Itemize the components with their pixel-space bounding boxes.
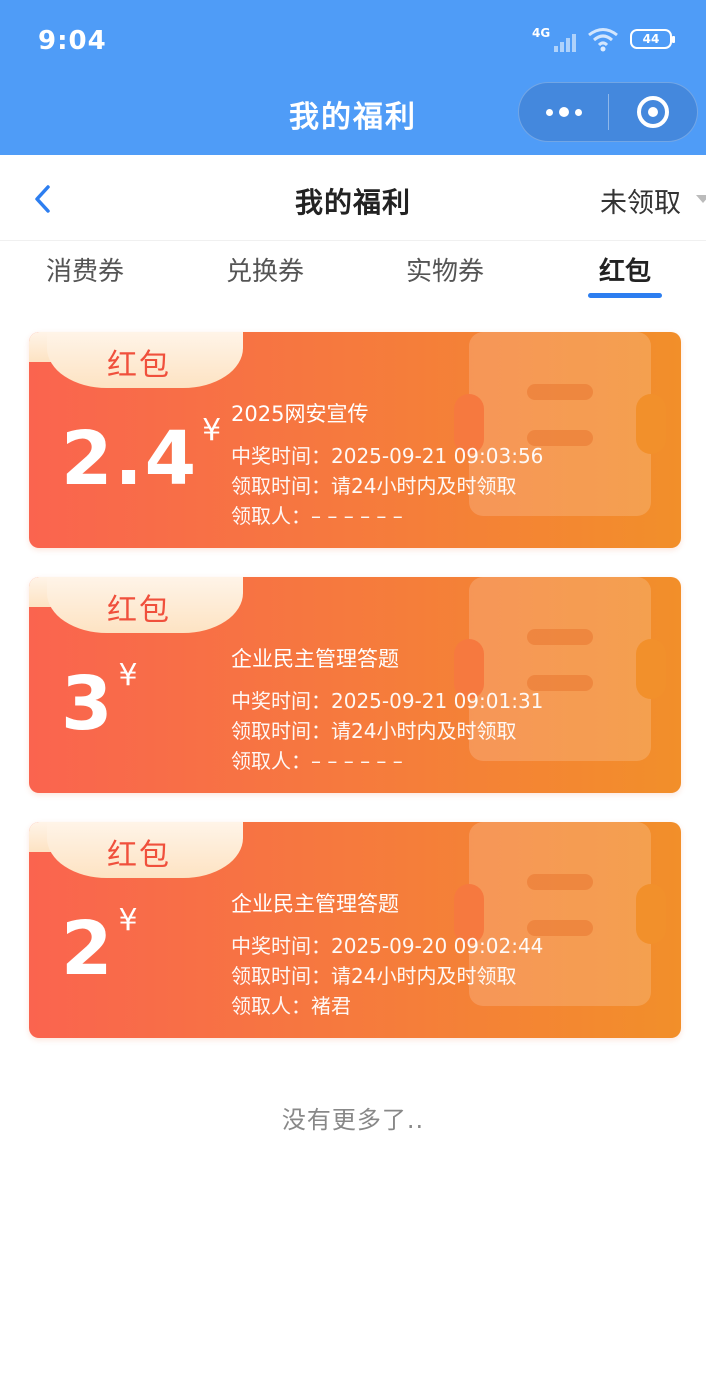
card-amount: 2 ¥ [61, 906, 140, 987]
tab-exchange-voucher[interactable]: 兑换券 [180, 251, 350, 288]
currency-symbol: ¥ [118, 658, 140, 693]
card-activity-name: 企业民主管理答题 [231, 647, 399, 671]
signal-icon: 4G [532, 26, 576, 52]
red-packet-card[interactable]: 红包 2.4 ¥ 2025网安宣传 中奖时间：2025-09-21 09:03:5… [29, 332, 681, 548]
page-nav: 我的福利 未领取 [0, 155, 706, 241]
close-target-icon[interactable] [609, 83, 697, 141]
card-win-time: 中奖时间：2025-09-21 09:01:31 [231, 689, 544, 713]
card-claimer: 领取人：– – – – – – [231, 749, 403, 773]
more-icon[interactable] [519, 83, 608, 141]
card-tag-label: 红包 [107, 838, 171, 873]
app-header: 9:04 4G 44 我的福利 [0, 0, 706, 155]
category-tabs: 消费券 兑换券 实物券 红包 [0, 241, 706, 305]
amount-value: 2 [61, 906, 115, 992]
battery-icon: 44 [630, 29, 675, 49]
tab-physical-voucher[interactable]: 实物券 [360, 251, 530, 288]
card-claim-time: 领取时间：请24小时内及时领取 [231, 719, 517, 743]
card-claim-time: 领取时间：请24小时内及时领取 [231, 474, 517, 498]
currency-symbol: ¥ [118, 903, 140, 938]
no-more-text: 没有更多了.. [281, 1106, 425, 1134]
status-icons: 4G 44 [532, 26, 675, 52]
red-packet-card[interactable]: 红包 2 ¥ 企业民主管理答题 中奖时间：2025-09-20 09:02:44 … [29, 822, 681, 1038]
status-filter-dropdown[interactable]: 未领取 [600, 181, 681, 220]
card-tag: 红包 [47, 332, 243, 388]
card-amount: 2.4 ¥ [61, 416, 223, 497]
network-type: 4G [532, 26, 551, 40]
card-win-time: 中奖时间：2025-09-21 09:03:56 [231, 444, 544, 468]
chevron-down-icon[interactable] [696, 195, 706, 203]
card-win-time: 中奖时间：2025-09-20 09:02:44 [231, 934, 544, 958]
capsule-menu [518, 82, 698, 142]
tab-red-packet[interactable]: 红包 [540, 251, 706, 288]
amount-value: 2.4 [61, 416, 199, 502]
card-tag: 红包 [47, 577, 243, 633]
card-claimer: 领取人：褚君 [231, 994, 351, 1018]
currency-symbol: ¥ [202, 413, 224, 448]
battery-level: 44 [642, 32, 660, 46]
card-tag: 红包 [47, 822, 243, 878]
card-activity-name: 2025网安宣传 [231, 402, 369, 426]
card-amount: 3 ¥ [61, 661, 140, 742]
card-tag-label: 红包 [107, 593, 171, 628]
active-tab-indicator [588, 293, 662, 298]
card-activity-name: 企业民主管理答题 [231, 892, 399, 916]
card-claimer: 领取人：– – – – – – [231, 504, 403, 528]
card-tag-label: 红包 [107, 348, 171, 383]
red-packet-card[interactable]: 红包 3 ¥ 企业民主管理答题 中奖时间：2025-09-21 09:01:31 … [29, 577, 681, 793]
card-claim-time: 领取时间：请24小时内及时领取 [231, 964, 517, 988]
status-time: 9:04 [38, 26, 107, 56]
tab-consumption-voucher[interactable]: 消费券 [0, 251, 170, 288]
wifi-icon [586, 26, 620, 52]
amount-value: 3 [61, 661, 115, 747]
